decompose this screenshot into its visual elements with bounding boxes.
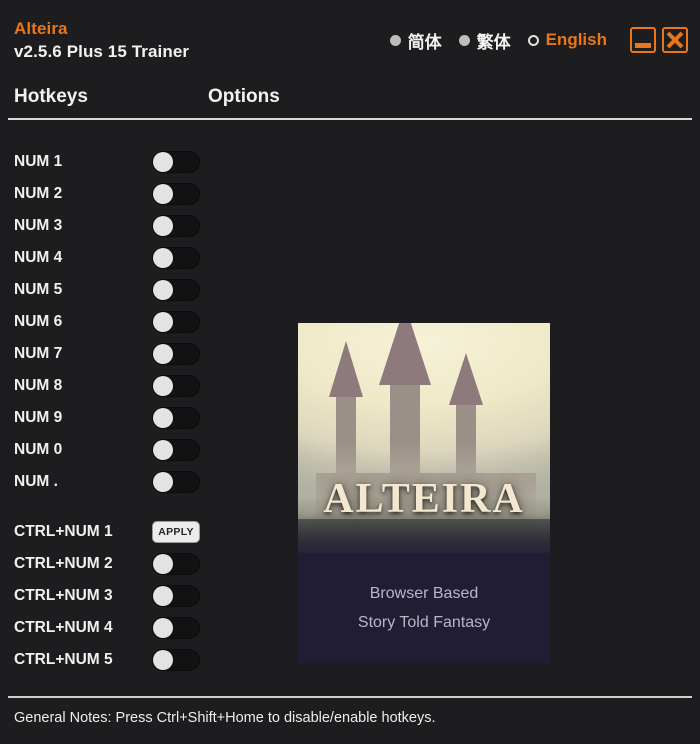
radio-icon-english[interactable] [527,34,539,46]
cover-tagline: Browser Based Story Told Fantasy [298,579,550,637]
hotkey-row: NUM 6 [0,306,260,338]
toggle-knob [153,184,173,204]
castle-spire-center [379,323,431,385]
language-label-traditional: 繁体 [476,32,511,52]
option-toggle[interactable] [152,343,200,365]
option-toggle[interactable] [152,585,200,607]
hotkey-label: NUM 1 [14,153,63,170]
hotkey-label: NUM . [14,473,58,490]
radio-icon-traditional[interactable] [458,34,470,46]
option-toggle[interactable] [152,407,200,429]
hotkey-label: NUM 0 [14,441,63,458]
hotkey-label: NUM 4 [14,249,63,266]
hotkey-row: CTRL+NUM 3 [0,580,260,612]
toggle-knob [153,312,173,332]
hotkey-label: NUM 5 [14,281,63,298]
minimize-button[interactable] [630,27,656,53]
hotkey-label: CTRL+NUM 1 [14,523,113,540]
language-option-traditional[interactable]: 繁体 [458,28,511,53]
castle-spire-left [329,341,363,397]
option-toggle[interactable] [152,553,200,575]
toggle-knob [153,376,173,396]
radio-icon-simplified[interactable] [389,34,401,46]
hotkey-label: NUM 3 [14,217,63,234]
hotkey-row: NUM 7 [0,338,260,370]
hotkey-label: NUM 7 [14,345,63,362]
app-title-block: Alteira v2.5.6 Plus 15 Trainer [14,18,189,64]
hotkey-row: NUM 2 [0,178,260,210]
cover-tagline-line1: Browser Based [369,585,479,602]
toggle-knob [153,344,173,364]
toggle-knob [153,408,173,428]
game-cover-art: ALTEIRA Browser Based Story Told Fantasy [298,323,550,663]
hotkey-label: CTRL+NUM 5 [14,651,113,668]
hotkey-label: CTRL+NUM 4 [14,619,113,636]
language-label-english: English [545,30,607,49]
hotkey-row: NUM 4 [0,242,260,274]
hotkey-row: NUM 1 [0,146,260,178]
hotkey-row: NUM 8 [0,370,260,402]
hotkey-list: NUM 1 NUM 2 NUM 3 NUM 4 NUM 5 NUM 6 NUM 7 NUM 8… [0,146,260,676]
titlebar: Alteira v2.5.6 Plus 15 Trainer 简体 繁体 Eng… [0,0,700,86]
app-name: Alteira [14,19,68,38]
column-header-hotkeys: Hotkeys [14,86,88,107]
column-header-options: Options [208,86,280,107]
hotkey-row: NUM 9 [0,402,260,434]
hotkey-label: NUM 2 [14,185,63,202]
hotkey-row: CTRL+NUM 5 [0,644,260,676]
hotkey-label: CTRL+NUM 3 [14,587,113,604]
footer: General Notes: Press Ctrl+Shift+Home to … [0,696,700,744]
language-option-english[interactable]: English [527,30,607,50]
option-toggle[interactable] [152,151,200,173]
option-toggle[interactable] [152,471,200,493]
hotkey-row: NUM 5 [0,274,260,306]
option-toggle[interactable] [152,247,200,269]
hotkey-label: CTRL+NUM 2 [14,555,113,572]
toggle-knob [153,248,173,268]
hotkey-row: NUM 0 [0,434,260,466]
castle-spire-right [449,353,483,405]
cover-tagline-line2: Story Told Fantasy [357,614,491,631]
toggle-knob [153,472,173,492]
toggle-knob [153,152,173,172]
toggle-knob [153,440,173,460]
hotkey-row: CTRL+NUM 1 APPLY [0,516,260,548]
option-toggle[interactable] [152,617,200,639]
game-logo: ALTEIRA [323,476,525,522]
option-toggle[interactable] [152,215,200,237]
hotkey-row: NUM . [0,466,260,498]
hotkey-label: NUM 8 [14,377,63,394]
minimize-icon [635,43,651,48]
option-toggle[interactable] [152,311,200,333]
hotkey-label: NUM 6 [14,313,63,330]
main-content: NUM 1 NUM 2 NUM 3 NUM 4 NUM 5 NUM 6 NUM 7 NUM 8… [0,120,700,683]
language-selector: 简体 繁体 English [389,27,688,53]
close-button[interactable] [662,27,688,53]
close-icon [666,31,684,49]
hotkey-row: NUM 3 [0,210,260,242]
hotkey-row: CTRL+NUM 2 [0,548,260,580]
toggle-knob [153,618,173,638]
option-toggle[interactable] [152,375,200,397]
app-version: v2.5.6 Plus 15 Trainer [14,42,190,61]
hotkey-row: CTRL+NUM 4 [0,612,260,644]
option-toggle[interactable] [152,279,200,301]
option-toggle[interactable] [152,183,200,205]
language-option-simplified[interactable]: 简体 [389,28,442,53]
toggle-knob [153,650,173,670]
general-notes: General Notes: Press Ctrl+Shift+Home to … [14,710,436,726]
apply-button[interactable]: APPLY [152,521,200,543]
toggle-knob [153,586,173,606]
language-label-simplified: 简体 [407,32,442,52]
hotkey-label: NUM 9 [14,409,63,426]
toggle-knob [153,554,173,574]
column-headers: Hotkeys Options [0,86,700,118]
toggle-knob [153,216,173,236]
toggle-knob [153,280,173,300]
option-toggle[interactable] [152,649,200,671]
option-toggle[interactable] [152,439,200,461]
